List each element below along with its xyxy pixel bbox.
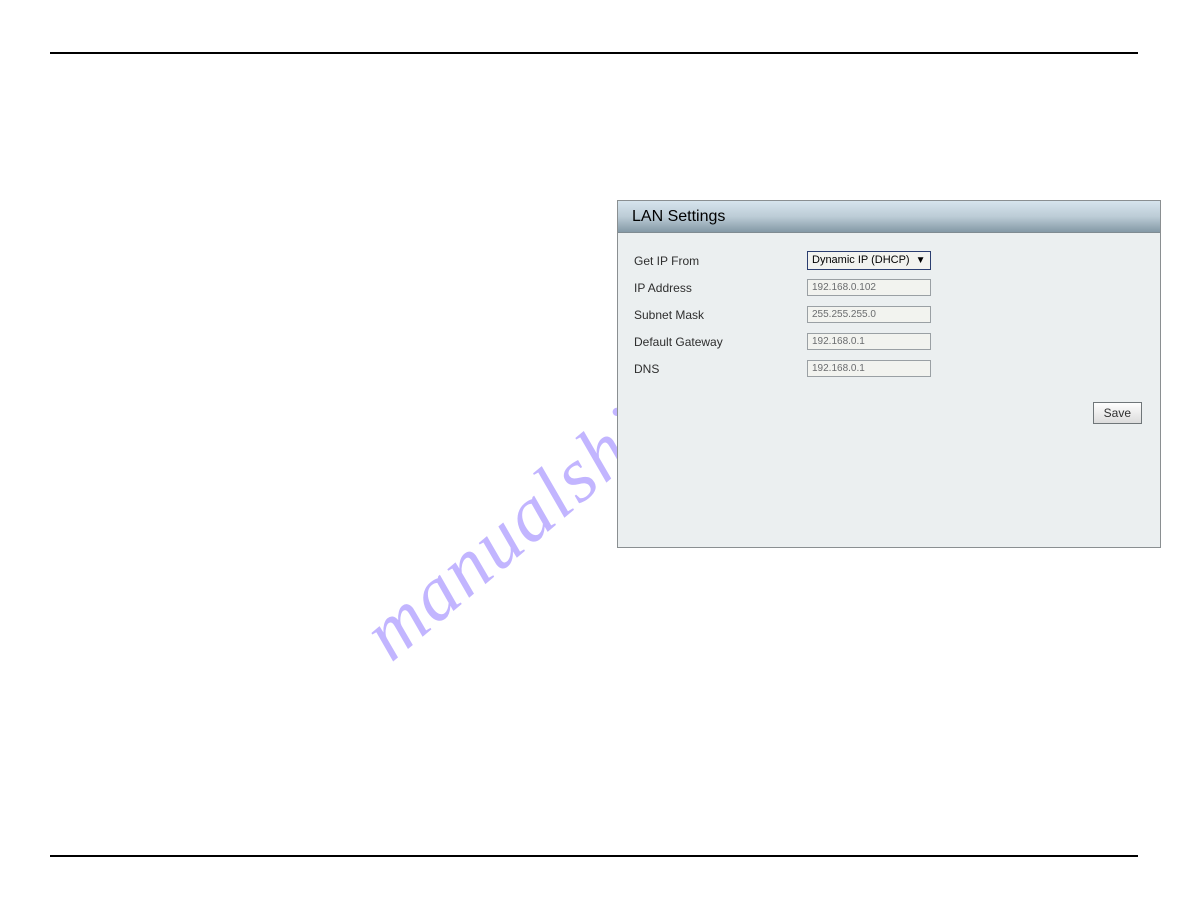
label-subnet-mask: Subnet Mask: [632, 308, 807, 322]
get-ip-from-select[interactable]: Dynamic IP (DHCP) ▼: [807, 251, 931, 270]
save-row: Save: [632, 402, 1146, 424]
label-dns: DNS: [632, 362, 807, 376]
default-gateway-input[interactable]: [807, 333, 931, 350]
ip-address-input[interactable]: [807, 279, 931, 296]
row-ip-address: IP Address: [632, 274, 1146, 301]
dns-input[interactable]: [807, 360, 931, 377]
lan-settings-panel: LAN Settings Get IP From Dynamic IP (DHC…: [617, 200, 1161, 548]
label-get-ip-from: Get IP From: [632, 254, 807, 268]
row-subnet-mask: Subnet Mask: [632, 301, 1146, 328]
label-default-gateway: Default Gateway: [632, 335, 807, 349]
row-get-ip-from: Get IP From Dynamic IP (DHCP) ▼: [632, 247, 1146, 274]
lan-settings-form: Get IP From Dynamic IP (DHCP) ▼ IP Addre…: [618, 233, 1160, 424]
bottom-rule: [50, 855, 1138, 857]
subnet-mask-input[interactable]: [807, 306, 931, 323]
row-default-gateway: Default Gateway: [632, 328, 1146, 355]
top-rule: [50, 52, 1138, 54]
panel-title: LAN Settings: [618, 201, 1160, 233]
label-ip-address: IP Address: [632, 281, 807, 295]
get-ip-from-value: Dynamic IP (DHCP): [812, 252, 910, 269]
chevron-down-icon: ▼: [916, 252, 926, 269]
row-dns: DNS: [632, 355, 1146, 382]
document-page: manualshive.com LAN Settings Get IP From…: [0, 0, 1188, 918]
save-button[interactable]: Save: [1093, 402, 1142, 424]
